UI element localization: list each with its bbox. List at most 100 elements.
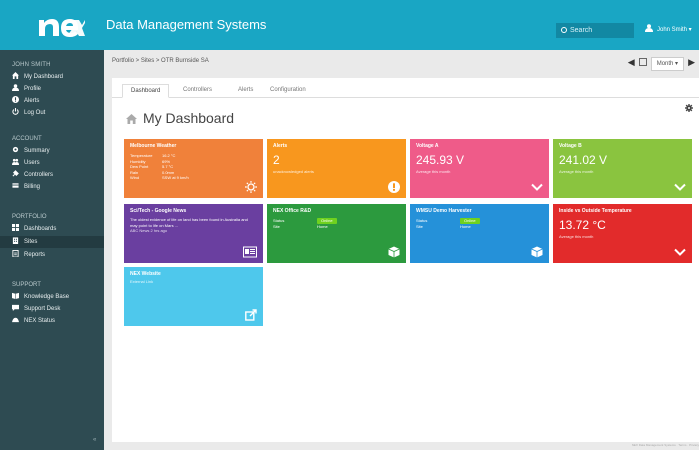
tab-controllers[interactable]: Controllers: [175, 84, 220, 98]
weather-row: Wind SSW at 9 km/h: [130, 175, 189, 181]
tile-alerts[interactable]: Alerts 2 unacknowledged alerts: [267, 139, 406, 198]
sidebar-item-nex-status[interactable]: NEX Status: [0, 315, 104, 327]
sidebar-item-support-desk[interactable]: Support Desk: [0, 303, 104, 315]
site-value: Home: [317, 224, 328, 229]
sidebar-item-label: Alerts: [24, 98, 40, 104]
home-icon: [12, 72, 19, 79]
user-menu[interactable]: John Smith ▾: [645, 23, 692, 38]
tile-nex-website[interactable]: NEX Website External Link: [124, 267, 263, 326]
tile-demo-harvester[interactable]: WMSU Demo Harvester Status Online Site Hom…: [410, 204, 549, 263]
news-text: The oldest evidence of life on land has …: [130, 217, 250, 234]
tab-bar: Dashboard Controllers Alerts Configurati…: [112, 78, 699, 98]
site-label: Site: [416, 224, 423, 229]
sidebar-section-support: SUPPORT: [12, 282, 41, 288]
page-title: My Dashboard: [126, 110, 234, 126]
controller-status: Status Online Site Home: [416, 218, 480, 230]
tile-title: Voltage A: [416, 143, 439, 149]
dashboard-panel: Dashboard Controllers Alerts Configurati…: [112, 78, 699, 442]
controller-status: Status Online Site Home: [273, 218, 337, 230]
exclamation-icon: [388, 181, 400, 193]
nex-logo[interactable]: [37, 12, 85, 38]
tile-google-news[interactable]: Sci/Tech - Google News The oldest eviden…: [124, 204, 263, 263]
sidebar-item-summary[interactable]: Summary: [0, 145, 104, 157]
news-headline: The oldest evidence of life on land has …: [130, 217, 248, 228]
chevron-down-icon[interactable]: [531, 181, 543, 193]
tab-alerts[interactable]: Alerts: [230, 84, 261, 98]
search-input[interactable]: Search: [556, 23, 634, 38]
sidebar-item-label: Log Out: [24, 110, 46, 116]
voltage-value: 245.93 V: [416, 153, 465, 167]
cube-icon: [388, 246, 400, 258]
tile-subtitle: Average this month: [559, 234, 594, 239]
tile-inside-outside-temperature[interactable]: Inside vs Outside Temperature 13.72 °C A…: [553, 204, 692, 263]
tile-nex-office[interactable]: NEX Office R&D Status Online Site Home: [267, 204, 406, 263]
sidebar-item-label: My Dashboard: [24, 74, 64, 80]
sidebar-item-log-out[interactable]: Log Out: [0, 107, 104, 119]
alert-icon: [12, 96, 19, 103]
bill-icon: [12, 183, 19, 188]
sidebar-collapse-button[interactable]: «: [93, 437, 96, 443]
voltage-value: 241.02 V: [559, 153, 608, 167]
sidebar-item-controllers[interactable]: Controllers: [0, 169, 104, 181]
page-title-text: My Dashboard: [143, 110, 235, 126]
calendar-icon[interactable]: [638, 58, 647, 66]
tile-title: Alerts: [273, 143, 288, 149]
sidebar-section-account: ACCOUNT: [12, 136, 42, 142]
external-link-icon[interactable]: [245, 309, 257, 321]
sidebar-section-portfolio: PORTFOLIO: [12, 214, 47, 220]
tab-configuration[interactable]: Configuration: [262, 84, 314, 98]
period-select[interactable]: Month ▾: [650, 57, 685, 71]
sidebar-item-reports[interactable]: Reports: [0, 249, 104, 261]
tile-melbourne-weather[interactable]: Melbourne Weather Temperature 16.2 °C Hum…: [124, 139, 263, 198]
site-row: Site Home: [273, 224, 337, 230]
dashboard-home-icon: [126, 114, 137, 124]
sidebar-item-label: Profile: [24, 86, 42, 92]
tile-title: NEX Office R&D: [273, 208, 312, 214]
newspaper-icon: [243, 246, 257, 258]
user-name: John Smith ▾: [657, 27, 692, 33]
tile-subtitle: unacknowledged alerts: [273, 169, 314, 174]
prev-period-button[interactable]: ◀: [624, 55, 639, 69]
sidebar-item-label: Support Desk: [24, 306, 61, 312]
site-row: Site Home: [416, 224, 480, 230]
sidebar-item-profile[interactable]: Profile: [0, 83, 104, 95]
sidebar-item-my-dashboard[interactable]: My Dashboard: [0, 71, 104, 83]
sidebar-item-label: Sites: [24, 239, 38, 245]
user-icon: [12, 84, 19, 91]
site-label: Site: [273, 224, 280, 229]
sidebar-item-knowledge-base[interactable]: Knowledge Base: [0, 291, 104, 303]
weather-value: 0.0mm: [162, 169, 175, 175]
sidebar-item-users[interactable]: Users: [0, 157, 104, 169]
sidebar-item-label: Summary: [24, 148, 50, 154]
report-icon: [12, 250, 19, 257]
sidebar-item-billing[interactable]: Billing: [0, 181, 104, 193]
weather-value: SSW at 9 km/h: [162, 175, 189, 181]
sidebar-item-label: Billing: [24, 184, 41, 190]
sidebar-item-label: Users: [24, 160, 40, 166]
sidebar-item-dashboards[interactable]: Dashboards: [0, 223, 104, 235]
tab-dashboard[interactable]: Dashboard: [122, 84, 170, 98]
temperature-value: 13.72 °C: [559, 218, 606, 232]
period-selector: ◀ Month ▾ ▶: [624, 55, 699, 71]
plug-icon: [12, 170, 19, 177]
sidebar-item-label: Knowledge Base: [24, 294, 70, 300]
grid-icon: [12, 224, 19, 231]
settings-gear-icon[interactable]: [685, 104, 693, 112]
main-content: Portfolio > Sites > OTR Burnside SA ◀ Mon…: [104, 50, 699, 450]
chat-icon: [12, 304, 19, 311]
news-source: ABC News 2 hrs ago: [130, 228, 168, 233]
tile-title: NEX Website: [130, 271, 161, 277]
chevron-down-icon[interactable]: [674, 246, 686, 258]
sidebar-item-alerts[interactable]: Alerts: [0, 95, 104, 107]
sidebar-item-label: Reports: [24, 252, 46, 258]
status-icon: [12, 317, 19, 323]
search-label: Search: [570, 27, 593, 34]
sidebar-user-label: JOHN SMITH: [12, 62, 51, 68]
tile-voltage-b[interactable]: Voltage B 241.02 V Average this month: [553, 139, 692, 198]
chevron-down-icon[interactable]: [674, 181, 686, 193]
breadcrumb[interactable]: Portfolio > Sites > OTR Burnside SA: [112, 58, 209, 64]
next-period-button[interactable]: ▶: [684, 55, 699, 69]
tile-voltage-a[interactable]: Voltage A 245.93 V Average this month: [410, 139, 549, 198]
sidebar-item-sites[interactable]: Sites: [0, 236, 104, 248]
sidebar-item-label: NEX Status: [24, 318, 56, 324]
